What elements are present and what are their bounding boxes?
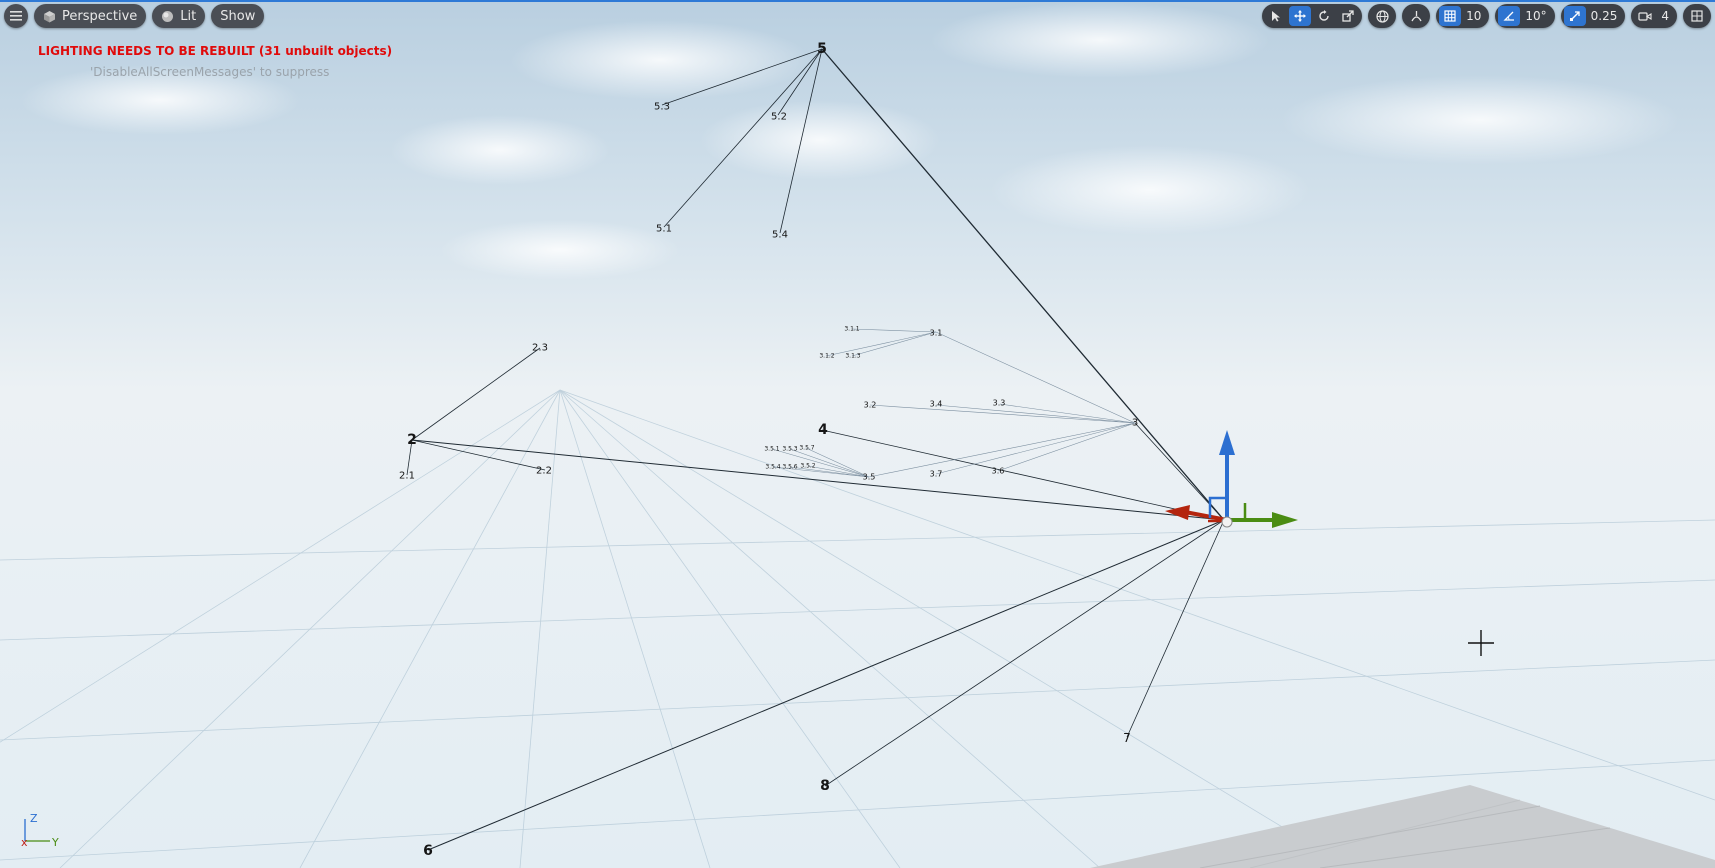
grid-icon (1444, 10, 1456, 22)
surface-snapping-button[interactable] (1405, 6, 1427, 26)
node-3-5-2[interactable]: 3.5.2 (800, 463, 815, 470)
axis-x-label: x (21, 836, 28, 849)
scale-snap-group: 0.25 (1560, 4, 1626, 28)
camera-icon (1638, 11, 1652, 21)
lighting-mode-button[interactable]: Lit (152, 4, 206, 28)
node-2-1[interactable]: 2.1 (399, 471, 415, 482)
viewport-layout-button[interactable] (1686, 6, 1708, 26)
node-2-3[interactable]: 2.3 (532, 343, 548, 354)
camera-speed-value[interactable]: 4 (1658, 9, 1674, 23)
node-2[interactable]: 2 (407, 432, 417, 448)
world-coordinates-button[interactable] (1371, 6, 1393, 26)
axis-z-label: Z (30, 812, 38, 825)
viewport-options-button[interactable] (4, 4, 28, 28)
scale-snap-value[interactable]: 0.25 (1588, 9, 1623, 23)
view-mode-button[interactable]: Perspective (34, 4, 147, 28)
globe-icon (1375, 9, 1389, 23)
scale-mode-button[interactable] (1337, 6, 1359, 26)
cursor-arrow-icon (1272, 11, 1281, 22)
translate-mode-button[interactable] (1289, 6, 1312, 26)
lighting-mode-label: Lit (180, 8, 197, 24)
show-label: Show (220, 8, 256, 24)
node-3-2[interactable]: 3.2 (864, 401, 877, 410)
coordinate-system-group (1368, 4, 1397, 28)
viewport-toolbar-left: Perspective Lit Show (4, 4, 265, 28)
cube-icon (44, 10, 55, 22)
node-6[interactable]: 6 (423, 843, 433, 859)
node-3-5-1[interactable]: 3.5.1 (764, 446, 779, 453)
grid-snap-value[interactable]: 10 (1463, 9, 1486, 23)
camera-speed-group: 4 (1631, 4, 1677, 28)
node-5-1[interactable]: 5.1 (656, 224, 672, 235)
node-3-5-6[interactable]: 3.5.6 (782, 464, 797, 471)
scale-icon (1342, 10, 1354, 22)
grid-snap-toggle[interactable] (1439, 6, 1462, 26)
node-4[interactable]: 4 (818, 422, 828, 438)
node-3-6[interactable]: 3.6 (992, 467, 1005, 476)
grid-snap-group: 10 (1436, 4, 1490, 28)
sphere-icon (162, 10, 174, 22)
axis-y-label: Y (51, 836, 59, 849)
node-3-7[interactable]: 3.7 (930, 470, 943, 479)
node-5-3[interactable]: 5.3 (654, 102, 670, 113)
hamburger-icon (10, 11, 22, 21)
node-2-2[interactable]: 2.2 (536, 466, 552, 477)
node-3-5-3[interactable]: 3.5.3 (782, 446, 797, 453)
camera-speed-button[interactable] (1634, 6, 1656, 26)
select-mode-button[interactable] (1265, 6, 1287, 26)
scale-snap-icon (1569, 11, 1580, 21)
rotate-icon (1319, 10, 1329, 21)
layout-group (1683, 4, 1711, 28)
transform-mode-group (1262, 4, 1363, 28)
scale-snap-toggle[interactable] (1563, 6, 1586, 26)
node-3-1-2[interactable]: 3.1.2 (819, 353, 834, 360)
angle-icon (1503, 11, 1515, 21)
node-3-3[interactable]: 3.3 (993, 399, 1006, 408)
rotation-snap-group: 10° (1495, 4, 1555, 28)
view-mode-label: Perspective (62, 8, 138, 24)
surface-snap-group (1402, 4, 1431, 28)
viewport-focus-border (0, 0, 1715, 2)
layout-grid-icon (1691, 10, 1703, 22)
node-3[interactable]: 3 (1132, 418, 1138, 429)
rotation-snap-value[interactable]: 10° (1522, 9, 1551, 23)
node-3-5[interactable]: 3.5 (863, 473, 876, 482)
move-arrows-icon (1294, 10, 1307, 22)
node-5[interactable]: 5 (817, 41, 827, 57)
node-5-2[interactable]: 5.2 (771, 112, 787, 123)
node-3-1-3[interactable]: 3.1.3 (845, 353, 860, 360)
level-viewport[interactable]: Z Y x 5 5.3 5.2 5.1 5.4 2.3 2 2.1 2.2 3.… (0, 0, 1715, 868)
rotate-mode-button[interactable] (1313, 6, 1335, 26)
node-3-1[interactable]: 3.1 (930, 329, 943, 338)
scene-canvas[interactable]: Z Y x (0, 0, 1715, 868)
node-3-5-7[interactable]: 3.5.7 (799, 445, 814, 452)
show-flags-button[interactable]: Show (211, 4, 265, 28)
node-3-4[interactable]: 3.4 (930, 400, 943, 409)
node-8[interactable]: 8 (820, 778, 830, 794)
node-3-5-4[interactable]: 3.5.4 (765, 464, 780, 471)
node-7[interactable]: 7 (1123, 731, 1131, 745)
suppress-hint: 'DisableAllScreenMessages' to suppress (90, 65, 330, 79)
node-3-1-1[interactable]: 3.1.1 (844, 326, 859, 333)
surface-snap-icon (1411, 10, 1422, 21)
rotation-snap-toggle[interactable] (1498, 6, 1521, 26)
lighting-warning: LIGHTING NEEDS TO BE REBUILT (31 unbuilt… (38, 44, 393, 58)
node-5-4[interactable]: 5.4 (772, 230, 788, 241)
viewport-toolbar-right: 10 10° 0.25 4 (1262, 4, 1711, 28)
